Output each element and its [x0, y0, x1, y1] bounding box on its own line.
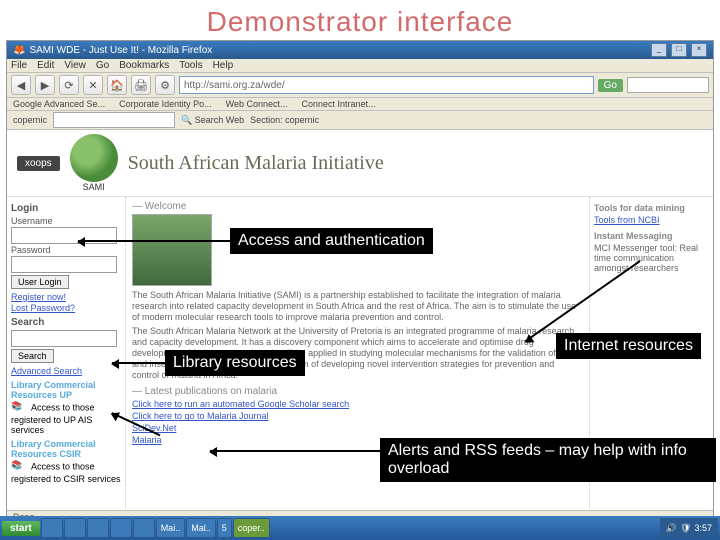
- reload-button[interactable]: ⟳: [59, 75, 79, 95]
- taskbar-item[interactable]: [133, 518, 155, 538]
- tools-heading: Tools for data mining: [594, 203, 709, 213]
- latest-pubs-heading: — Latest publications on malaria: [132, 386, 583, 397]
- banner-title: South African Malaria Initiative: [128, 152, 384, 175]
- site-banner: xoops SAMI South African Malaria Initiat…: [7, 130, 713, 197]
- login-heading: Login: [11, 203, 121, 214]
- annotation-internet: Internet resources: [556, 333, 701, 359]
- address-bar[interactable]: http://sami.org.za/wde/: [179, 76, 594, 94]
- bookmark-item[interactable]: Web Connect...: [226, 99, 288, 109]
- menu-go[interactable]: Go: [96, 60, 109, 71]
- scholar-search-link[interactable]: Click here to run an automated Google Sc…: [132, 399, 583, 409]
- menu-edit[interactable]: Edit: [37, 60, 54, 71]
- maximize-button[interactable]: □: [671, 43, 687, 57]
- annotation-arrow: [112, 362, 165, 364]
- menu-view[interactable]: View: [64, 60, 86, 71]
- windows-taskbar: start Mai.. Mal.. 5 coper.. 🔊 🛡 3:57: [0, 516, 720, 540]
- search-heading: Search: [11, 317, 121, 328]
- annotation-access: Access and authentication: [230, 228, 433, 254]
- taskbar-app[interactable]: Mal..: [186, 518, 216, 538]
- print-button[interactable]: 🖨: [131, 75, 151, 95]
- taskbar-item[interactable]: [87, 518, 109, 538]
- bookmark-item[interactable]: Google Advanced Se...: [13, 99, 105, 109]
- advanced-search-link[interactable]: Advanced Search: [11, 366, 121, 376]
- menu-file[interactable]: File: [11, 60, 27, 71]
- taskbar-app[interactable]: 5: [217, 518, 232, 538]
- annotation-alerts: Alerts and RSS feeds – may help with inf…: [380, 438, 716, 482]
- forward-button[interactable]: ▶: [35, 75, 55, 95]
- im-heading: Instant Messaging: [594, 231, 709, 241]
- malaria-journal-link[interactable]: Click here to go to Malaria Journal: [132, 411, 583, 421]
- clock: 3:57: [694, 523, 712, 533]
- site-search-input[interactable]: [11, 330, 117, 347]
- start-button[interactable]: start: [2, 521, 40, 536]
- annotation-arrow: [210, 450, 380, 452]
- lost-password-link[interactable]: Lost Password?: [11, 303, 121, 313]
- taskbar-app[interactable]: coper..: [233, 518, 270, 538]
- system-tray[interactable]: 🔊 🛡 3:57: [660, 518, 718, 538]
- bookmark-item[interactable]: Corporate Identity Po...: [119, 99, 212, 109]
- scidev-link[interactable]: SciDev.Net: [132, 423, 583, 433]
- menu-bookmarks[interactable]: Bookmarks: [119, 60, 169, 71]
- taskbar-item[interactable]: [64, 518, 86, 538]
- sami-globe-icon: [70, 134, 118, 182]
- sami-label: SAMI: [70, 182, 118, 192]
- library-up-heading: Library Commercial Resources UP: [11, 380, 121, 400]
- username-label: Username: [11, 216, 121, 226]
- firefox-icon: 🦊: [13, 45, 25, 56]
- welcome-image: [132, 214, 212, 286]
- library-csir-heading: Library Commercial Resources CSIR: [11, 439, 121, 459]
- close-button[interactable]: ×: [691, 43, 707, 57]
- window-title: SAMI WDE - Just Use It! - Mozilla Firefo…: [29, 45, 212, 56]
- welcome-heading: — Welcome: [132, 201, 583, 212]
- nav-toolbar: ◀ ▶ ⟳ ✕ 🏠 🖨 ⚙ http://sami.org.za/wde/ Go: [7, 73, 713, 98]
- window-titlebar: 🦊 SAMI WDE - Just Use It! - Mozilla Fire…: [7, 41, 713, 59]
- copernic-section[interactable]: Section: copernic: [250, 115, 319, 125]
- menu-bar: File Edit View Go Bookmarks Tools Help: [7, 59, 713, 73]
- ncbi-tools-link[interactable]: Tools from NCBI: [594, 215, 660, 225]
- stop-button[interactable]: ✕: [83, 75, 103, 95]
- copernic-brand: copernic: [13, 115, 47, 125]
- browser-search-input[interactable]: [627, 77, 709, 93]
- back-button[interactable]: ◀: [11, 75, 31, 95]
- xoops-logo: xoops: [17, 156, 60, 171]
- tray-icon[interactable]: 🛡: [680, 523, 691, 534]
- login-button[interactable]: User Login: [11, 275, 69, 289]
- home-button[interactable]: 🏠: [107, 75, 127, 95]
- copernic-input[interactable]: [53, 112, 175, 128]
- site-search-button[interactable]: Search: [11, 349, 54, 363]
- register-link[interactable]: Register now!: [11, 292, 121, 302]
- copernic-search-button[interactable]: 🔍 Search Web: [181, 115, 244, 126]
- slide-title: Demonstrator interface: [0, 0, 720, 40]
- left-sidebar: Login Username Password User Login Regis…: [7, 197, 126, 510]
- menu-help[interactable]: Help: [213, 60, 234, 71]
- go-button[interactable]: Go: [598, 79, 623, 92]
- bookmark-item[interactable]: Connect Intranet...: [302, 99, 376, 109]
- tray-icon[interactable]: 🔊: [666, 523, 677, 534]
- library-icon[interactable]: 📚: [11, 460, 29, 474]
- taskbar-item[interactable]: [110, 518, 132, 538]
- intro-paragraph-1: The South African Malaria Initiative (SA…: [132, 290, 583, 322]
- im-text: MCI Messenger tool: Real time communicat…: [594, 243, 709, 273]
- copernic-toolbar: copernic 🔍 Search Web Section: copernic: [7, 111, 713, 130]
- password-input[interactable]: [11, 256, 117, 273]
- bookmarks-toolbar: Google Advanced Se... Corporate Identity…: [7, 98, 713, 111]
- library-icon[interactable]: 📚: [11, 401, 29, 415]
- minimize-button[interactable]: _: [651, 43, 667, 57]
- taskbar-app[interactable]: Mai..: [156, 518, 186, 538]
- annotation-library: Library resources: [165, 350, 305, 376]
- options-button[interactable]: ⚙: [155, 75, 175, 95]
- password-label: Password: [11, 245, 121, 255]
- menu-tools[interactable]: Tools: [179, 60, 202, 71]
- annotation-arrow: [78, 240, 230, 242]
- taskbar-item[interactable]: [41, 518, 63, 538]
